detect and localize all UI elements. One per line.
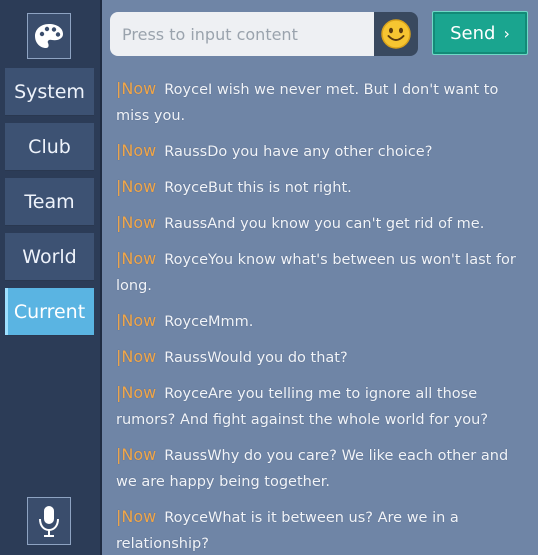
chat-message: |Now RoyceYou know what's between us won'… bbox=[116, 246, 528, 299]
channel-tag: |Now bbox=[116, 79, 156, 98]
message-text: But this is not right. bbox=[208, 180, 352, 196]
channel-tag: |Now bbox=[116, 249, 156, 268]
message-text: Would you do that? bbox=[207, 350, 348, 366]
chat-message: |Now RaussDo you have any other choice? bbox=[116, 138, 528, 165]
tag-text: Now bbox=[121, 213, 157, 232]
microphone-icon bbox=[39, 506, 59, 537]
chat-message: |Now RaussWhy do you care? We like each o… bbox=[116, 442, 528, 495]
sender-name[interactable]: Royce bbox=[164, 314, 208, 330]
message-text: Mmm. bbox=[208, 314, 254, 330]
channel-tag: |Now bbox=[116, 507, 156, 526]
chat-panel: System Club Team World Current Send › |N… bbox=[0, 0, 538, 555]
voice-button[interactable] bbox=[27, 497, 71, 545]
chat-message: |Now RoyceAre you telling me to ignore al… bbox=[116, 380, 528, 433]
chat-input-wrapper bbox=[110, 12, 374, 56]
chat-message: |Now RoyceI wish we never met. But I don'… bbox=[116, 76, 528, 129]
chat-input[interactable] bbox=[110, 12, 374, 56]
chat-message: |Now RoyceBut this is not right. bbox=[116, 174, 528, 201]
chat-message: |Now RaussWould you do that? bbox=[116, 344, 528, 371]
chat-message: |Now RoyceMmm. bbox=[116, 308, 528, 335]
sender-name[interactable]: Rauss bbox=[164, 144, 207, 160]
tab-label: Current bbox=[13, 300, 86, 323]
smiley-icon bbox=[381, 19, 411, 49]
tag-text: Now bbox=[121, 445, 157, 464]
chat-message: |Now RaussAnd you know you can't get rid … bbox=[116, 210, 528, 237]
chevron-right-icon: › bbox=[503, 23, 510, 43]
sender-name[interactable]: Royce bbox=[164, 252, 208, 268]
channel-tag: |Now bbox=[116, 383, 156, 402]
sender-name[interactable]: Rauss bbox=[164, 350, 207, 366]
message-text: Do you have any other choice? bbox=[207, 144, 433, 160]
palette-icon bbox=[35, 24, 63, 48]
tag-text: Now bbox=[121, 177, 157, 196]
message-list: |Now RoyceI wish we never met. But I don'… bbox=[116, 76, 528, 555]
tab-team[interactable]: Team bbox=[5, 178, 94, 226]
channel-sidebar: System Club Team World Current bbox=[0, 0, 100, 555]
emoji-button[interactable] bbox=[374, 12, 418, 56]
message-text: And you know you can't get rid of me. bbox=[207, 216, 485, 232]
chat-message: |Now RoyceWhat is it between us? Are we i… bbox=[116, 504, 528, 555]
sender-name[interactable]: Royce bbox=[164, 82, 208, 98]
sender-name[interactable]: Rauss bbox=[164, 216, 207, 232]
tab-system[interactable]: System bbox=[5, 68, 94, 116]
channel-tag: |Now bbox=[116, 141, 156, 160]
sender-name[interactable]: Rauss bbox=[164, 448, 207, 464]
theme-button[interactable] bbox=[27, 13, 71, 59]
channel-tag: |Now bbox=[116, 445, 156, 464]
sidebar-divider bbox=[100, 0, 102, 555]
tag-text: Now bbox=[121, 347, 157, 366]
tag-text: Now bbox=[121, 141, 157, 160]
tab-world[interactable]: World bbox=[5, 233, 94, 281]
tab-label: World bbox=[22, 245, 77, 268]
tag-text: Now bbox=[121, 249, 157, 268]
send-label: Send bbox=[450, 22, 496, 44]
tab-label: System bbox=[14, 80, 85, 103]
tag-text: Now bbox=[121, 383, 157, 402]
tab-label: Club bbox=[28, 135, 71, 158]
tag-text: Now bbox=[121, 311, 157, 330]
sender-name[interactable]: Royce bbox=[164, 386, 208, 402]
sender-name[interactable]: Royce bbox=[164, 510, 208, 526]
channel-tag: |Now bbox=[116, 311, 156, 330]
sender-name[interactable]: Royce bbox=[164, 180, 208, 196]
tag-text: Now bbox=[121, 79, 157, 98]
tab-label: Team bbox=[24, 190, 75, 213]
channel-tag: |Now bbox=[116, 213, 156, 232]
send-button[interactable]: Send › bbox=[432, 11, 528, 55]
channel-tag: |Now bbox=[116, 177, 156, 196]
tab-club[interactable]: Club bbox=[5, 123, 94, 171]
channel-tag: |Now bbox=[116, 347, 156, 366]
tag-text: Now bbox=[121, 507, 157, 526]
tab-current[interactable]: Current bbox=[5, 288, 94, 336]
